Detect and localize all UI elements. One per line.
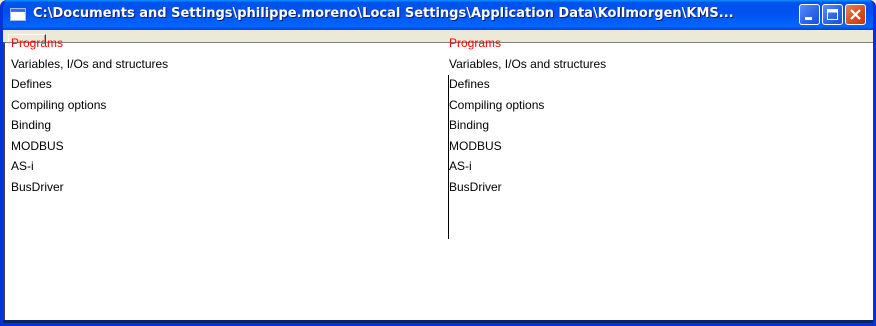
app-window: C:\Documents and Settings\philippe.moren… [0, 0, 876, 326]
right-pane: Programs Variables, I/Os and structures … [449, 33, 873, 197]
right-item-programs[interactable]: Programs [449, 33, 873, 54]
right-item-compiling-options[interactable]: Compiling options [449, 95, 873, 116]
left-item-compiling-options[interactable]: Compiling options [11, 95, 447, 116]
left-item-defines[interactable]: Defines [11, 74, 447, 95]
window-title: C:\Documents and Settings\philippe.moren… [33, 6, 734, 21]
close-icon [850, 9, 861, 20]
right-item-defines[interactable]: Defines [449, 74, 873, 95]
window-icon[interactable] [10, 8, 26, 21]
right-item-as-i[interactable]: AS-i [449, 156, 873, 177]
right-item-busdriver[interactable]: BusDriver [449, 177, 873, 198]
left-item-as-i[interactable]: AS-i [11, 156, 447, 177]
right-item-modbus[interactable]: MODBUS [449, 136, 873, 157]
maximize-icon [827, 9, 838, 20]
left-item-variables[interactable]: Variables, I/Os and structures [11, 54, 447, 75]
left-pane: Programs Variables, I/Os and structures … [11, 33, 447, 197]
right-item-binding[interactable]: Binding [449, 115, 873, 136]
minimize-button[interactable] [799, 4, 820, 25]
maximize-button[interactable] [822, 4, 843, 25]
left-item-modbus[interactable]: MODBUS [11, 136, 447, 157]
left-item-busdriver[interactable]: BusDriver [11, 177, 447, 198]
minimize-icon [805, 17, 812, 20]
left-item-binding[interactable]: Binding [11, 115, 447, 136]
left-item-programs[interactable]: Programs [11, 33, 447, 54]
title-bar[interactable]: C:\Documents and Settings\philippe.moren… [3, 0, 873, 30]
close-button[interactable] [845, 4, 866, 25]
right-item-variables[interactable]: Variables, I/Os and structures [449, 54, 873, 75]
